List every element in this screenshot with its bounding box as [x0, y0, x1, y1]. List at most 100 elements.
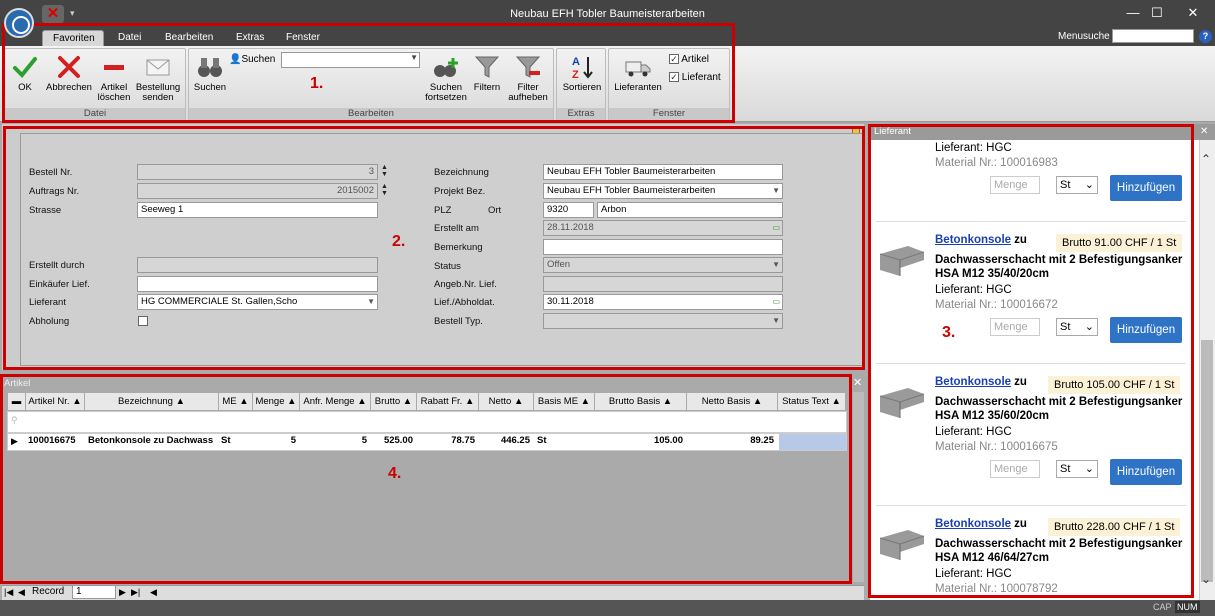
cell-brutto-basis[interactable]: 105.00 [595, 435, 683, 446]
col-artikel-nr[interactable]: Artikel Nr. ▲ [26, 392, 85, 411]
product-1-menge-input[interactable]: Menge [990, 318, 1040, 336]
product-1-add-button[interactable]: Hinzufügen [1110, 317, 1182, 343]
grid-header-selector[interactable]: ▬ [8, 392, 26, 411]
col-me[interactable]: ME ▲ [219, 392, 253, 411]
angeb-nr-field[interactable] [543, 276, 783, 292]
lieferant-select[interactable]: HG COMMERCIALE St. Gallen,Scho ▼ [137, 294, 378, 310]
abbrechen-button[interactable]: Abbrechen [44, 54, 94, 93]
calendar-icon[interactable]: ▭ [772, 221, 780, 235]
quick-access-cancel-icon[interactable]: ✕ [42, 5, 64, 23]
prev-record-icon[interactable]: ◀ [18, 587, 25, 598]
product-1-unit-select[interactable]: St ⌄ [1056, 318, 1098, 336]
bemerkung-field[interactable] [543, 239, 783, 255]
grid-filter-row[interactable] [7, 411, 847, 433]
last-record-icon[interactable]: ▶| [131, 587, 140, 598]
col-netto-basis[interactable]: Netto Basis ▲ [687, 392, 778, 411]
bezeichnung-field[interactable]: Neubau EFH Tobler Baumeisterarbeiten [543, 164, 783, 180]
cell-netto[interactable]: 446.25 [479, 435, 530, 446]
cell-netto-basis[interactable]: 89.25 [687, 435, 774, 446]
col-menge[interactable]: Menge ▲ [253, 392, 300, 411]
cell-rabatt[interactable]: 78.75 [417, 435, 475, 446]
artikel-loeschen-button[interactable]: Artikel löschen [96, 54, 132, 103]
filtern-button[interactable]: Filtern [470, 54, 504, 93]
bestell-nr-field[interactable]: 3 [137, 164, 378, 180]
lieferanten-button[interactable]: Lieferanten [612, 54, 664, 93]
col-rabatt[interactable]: Rabatt Fr. ▲ [417, 392, 479, 411]
scroll-left-icon[interactable]: ◀ [150, 587, 157, 598]
partial-menge-input[interactable]: Menge [990, 176, 1040, 194]
strasse-field[interactable]: Seeweg 1 [137, 202, 378, 218]
partial-unit-select[interactable]: St ⌄ [1056, 176, 1098, 194]
col-anfr-menge[interactable]: Anfr. Menge ▲ [300, 392, 371, 411]
filter-aufheben-button[interactable]: Filter aufheben [506, 54, 550, 103]
next-record-icon[interactable]: ▶ [119, 587, 126, 598]
suchen-combo[interactable]: ▼ [281, 52, 420, 68]
abholung-checkbox[interactable] [138, 316, 148, 326]
product-2-menge-input[interactable]: Menge [990, 460, 1040, 478]
col-brutto[interactable]: Brutto ▲ [371, 392, 417, 411]
ort-field[interactable]: Arbon [597, 202, 783, 218]
scroll-down-icon[interactable]: ⌄ [1201, 572, 1211, 586]
bestellung-senden-button[interactable]: Bestellung senden [134, 54, 182, 103]
erstellt-am-field[interactable]: 28.11.2018 ▭ [543, 220, 783, 236]
product-2-link[interactable]: Betonkonsole [935, 376, 1011, 388]
col-netto[interactable]: Netto ▲ [479, 392, 534, 411]
cell-status-text[interactable] [779, 434, 846, 450]
auftrags-nr-spinner-icon[interactable]: ▲ ▼ [381, 183, 388, 197]
quick-access-dropdown-icon[interactable]: ▾ [70, 8, 75, 19]
annotation-label-4: 4. [388, 465, 402, 482]
scroll-up-icon[interactable]: ⌃ [1201, 152, 1211, 166]
cell-brutto[interactable]: 525.00 [371, 435, 413, 446]
col-basis-me[interactable]: Basis ME ▲ [534, 392, 595, 411]
plz-field[interactable]: 9320 [543, 202, 594, 218]
ok-button[interactable]: OK [8, 54, 42, 93]
cell-artikel-nr[interactable]: 100016675 [28, 435, 76, 446]
record-number-input[interactable]: 1 [72, 585, 116, 599]
product-2-add-button[interactable]: Hinzufügen [1110, 459, 1182, 485]
cell-basis-me[interactable]: St [537, 435, 547, 446]
product-1-link[interactable]: Betonkonsole [935, 234, 1011, 246]
einkaeufer-field[interactable] [137, 276, 378, 292]
projekt-select[interactable]: Neubau EFH Tobler Baumeisterarbeiten ▼ [543, 183, 783, 199]
cell-me[interactable]: St [221, 435, 231, 446]
help-icon[interactable]: ? [1199, 30, 1212, 43]
col-brutto-basis[interactable]: Brutto Basis ▲ [595, 392, 687, 411]
suchen-button[interactable]: Suchen [192, 54, 228, 93]
tab-fenster[interactable]: Fenster [276, 30, 330, 46]
binoculars-icon [198, 58, 222, 77]
col-bezeichnung[interactable]: Bezeichnung ▲ [85, 392, 219, 411]
auftrags-nr-label: Auftrags Nr. [29, 186, 80, 197]
cell-anfr-menge[interactable]: 5 [300, 435, 367, 446]
chk-artikel[interactable]: ✓ Artikel [669, 54, 709, 65]
grid-vertical-scrollbar[interactable] [853, 392, 864, 582]
checkbox-artikel[interactable]: ✓ [669, 54, 679, 65]
status-select[interactable]: Offen ▼ [543, 257, 783, 273]
product-2-unit-select[interactable]: St ⌄ [1056, 460, 1098, 478]
suchen-fortsetzen-button[interactable]: Suchen fortsetzen [424, 54, 468, 103]
menusuche-input[interactable] [1112, 29, 1194, 43]
checkbox-lieferant[interactable]: ✓ [669, 72, 679, 83]
product-3-link[interactable]: Betonkonsole [935, 518, 1011, 530]
auftrags-nr-field[interactable]: 2015002 [137, 183, 378, 199]
app-menu-orb-icon[interactable] [4, 8, 34, 38]
grid-close-icon[interactable]: ✕ [853, 376, 862, 389]
erstellt-durch-field[interactable] [137, 257, 378, 273]
bestell-nr-spinner-icon[interactable]: ▲ ▼ [381, 164, 388, 178]
lief-abholdat-field[interactable]: 30.11.2018 ▭ [543, 294, 783, 310]
partial-add-button[interactable]: Hinzufügen [1110, 175, 1182, 201]
close-window-button[interactable]: ✕ [1171, 0, 1215, 26]
tab-datei[interactable]: Datei [108, 30, 151, 46]
bestell-typ-select[interactable]: ▼ [543, 313, 783, 329]
scroll-thumb[interactable] [1201, 340, 1213, 582]
lieferant-panel-close-icon[interactable]: ✕ [1200, 126, 1208, 137]
col-status-text[interactable]: Status Text ▲ [778, 392, 846, 411]
calendar-icon[interactable]: ▭ [772, 295, 780, 309]
tab-extras[interactable]: Extras [226, 30, 274, 46]
tab-bearbeiten[interactable]: Bearbeiten [155, 30, 223, 46]
sortieren-button[interactable]: AZ Sortieren [560, 54, 604, 93]
first-record-icon[interactable]: |◀ [4, 587, 13, 598]
tab-favoriten[interactable]: Favoriten [42, 30, 104, 47]
cell-menge[interactable]: 5 [253, 435, 296, 446]
chk-lieferant[interactable]: ✓ Lieferant [669, 72, 721, 83]
cell-bezeichnung[interactable]: Betonkonsole zu Dachwass [88, 435, 213, 446]
